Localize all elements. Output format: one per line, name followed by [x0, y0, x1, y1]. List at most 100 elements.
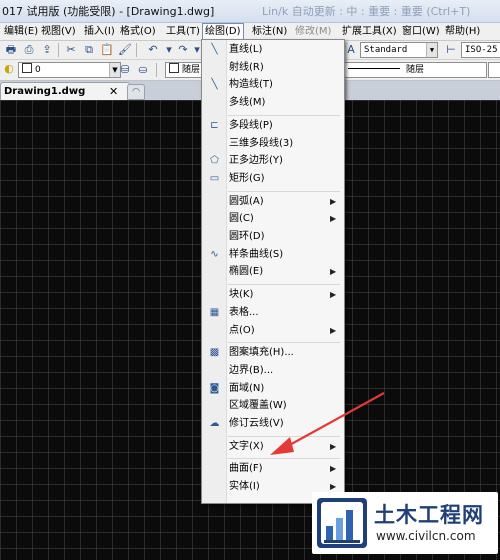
- submenu-arrow-icon: ▶: [330, 441, 337, 451]
- paste-icon[interactable]: 📋: [100, 43, 114, 57]
- draw-menu-item[interactable]: ▩ 图案填充(H)...: [202, 345, 344, 361]
- draw-menu-item[interactable]: 区域覆盖(W): [202, 398, 344, 414]
- draw-menu-item[interactable]: ∿ 样条曲线(S): [202, 247, 344, 263]
- draw-menu-item-label: 表格...: [229, 306, 259, 318]
- toolbar-separator: [58, 43, 59, 57]
- color-swatch: [169, 63, 179, 73]
- menu-separator: [228, 284, 340, 286]
- site-logo: [317, 498, 367, 548]
- draw-menu-item-label: 正多边形(Y): [229, 155, 283, 167]
- chevron-down-icon[interactable]: ▾: [162, 43, 176, 57]
- menu-item[interactable]: 修改(M): [293, 24, 333, 39]
- submenu-arrow-icon: ▶: [330, 290, 337, 300]
- draw-menu-item-label: 圆环(D): [229, 231, 265, 242]
- draw-menu-item[interactable]: 多线(M): [202, 95, 344, 111]
- menu-item[interactable]: 视图(V): [39, 24, 78, 39]
- undo-icon[interactable]: ↶: [146, 43, 160, 57]
- draw-menu-item-label: 多段线(P): [229, 119, 273, 131]
- draw-menu-item[interactable]: 边界(B)...: [202, 363, 344, 379]
- redo-icon[interactable]: ↷: [176, 43, 190, 57]
- print-icon[interactable]: 🖶: [4, 43, 18, 57]
- plus-icon: ◠: [132, 87, 140, 97]
- make-current-icon[interactable]: ⛀: [136, 63, 150, 77]
- text-style-value: Standard: [364, 45, 408, 55]
- watermark-title: 土木工程网: [374, 503, 484, 527]
- preview-icon[interactable]: ⎙: [22, 43, 36, 57]
- draw-menu-item[interactable]: ◙ 面域(N): [202, 381, 344, 397]
- close-icon[interactable]: ✕: [109, 83, 118, 100]
- draw-menu-item[interactable]: 文字(X) ▶: [202, 439, 344, 455]
- menu-item[interactable]: 窗口(W): [400, 24, 442, 39]
- draw-menu-item-label: 射线(R): [229, 61, 264, 73]
- menu-item[interactable]: 工具(T): [164, 24, 202, 39]
- menu-item[interactable]: 插入(I): [82, 24, 117, 39]
- draw-menu-item[interactable]: 圆(C) ▶: [202, 211, 344, 227]
- layer-previous-icon[interactable]: ⛁: [118, 63, 132, 77]
- draw-menu-item[interactable]: 曲面(F) ▶: [202, 461, 344, 477]
- draw-menu-item-label: 边界(B)...: [229, 364, 274, 376]
- draw-menu-item-label: 实体(I): [229, 481, 260, 493]
- dim-style-select[interactable]: ISO-25: [461, 42, 500, 58]
- menu-item[interactable]: 标注(N): [250, 24, 289, 39]
- draw-menu-item[interactable]: ▦ 表格...: [202, 305, 344, 321]
- cut-icon[interactable]: ✂: [64, 43, 78, 57]
- draw-menu-item[interactable]: 三维多段线(3): [202, 136, 344, 152]
- menu-separator: [228, 190, 340, 192]
- draw-menu-item[interactable]: ⬠ 正多边形(Y): [202, 153, 344, 169]
- menu-item[interactable]: 格式(O): [118, 24, 158, 39]
- draw-menu-item[interactable]: ☁ 修订云线(V): [202, 416, 344, 432]
- watermark: 土木工程网 www.civilcn.com: [312, 492, 498, 554]
- menu-separator: [228, 114, 340, 116]
- spline-icon: ∿: [210, 248, 219, 260]
- draw-menu-item-label: 构造线(T): [229, 79, 273, 91]
- copy-icon[interactable]: ⧉: [82, 43, 96, 57]
- menu-item[interactable]: 帮助(H): [443, 24, 482, 39]
- draw-menu-item[interactable]: 圆弧(A) ▶: [202, 194, 344, 210]
- menu-separator: [228, 435, 340, 437]
- region-icon: ◙: [209, 382, 220, 394]
- draw-menu-item[interactable]: 块(K) ▶: [202, 287, 344, 303]
- draw-menu-dropdown: ╲ 直线(L) 射线(R) ╲ 构造线(T) 多线(M) ⊏ 多段线(P) 三维多段线(3) ⬠ 正…: [201, 39, 345, 504]
- submenu-arrow-icon: ▶: [330, 214, 337, 224]
- layer-state-icon[interactable]: ◐: [2, 62, 16, 76]
- menu-item[interactable]: 编辑(E): [2, 24, 40, 39]
- text-style-icon: A: [347, 43, 355, 56]
- watermark-url: www.civilcn.com: [376, 529, 476, 543]
- submenu-arrow-icon: ▶: [330, 267, 337, 277]
- draw-menu-item[interactable]: ╲ 直线(L): [202, 42, 344, 58]
- lineweight-select[interactable]: [488, 62, 500, 78]
- match-properties-icon[interactable]: 🖌: [118, 43, 132, 57]
- submenu-arrow-icon: ▶: [330, 325, 337, 335]
- tab-label: Drawing1.dwg: [4, 86, 86, 97]
- draw-menu-item[interactable]: ⊏ 多段线(P): [202, 118, 344, 134]
- publish-icon[interactable]: ⇪: [40, 43, 54, 57]
- menu-item[interactable]: 扩展工具(X): [340, 24, 399, 39]
- draw-menu-item-label: 圆弧(A): [229, 195, 264, 207]
- draw-menu-item-label: 椭圆(E): [229, 266, 264, 278]
- draw-menu-item-label: 块(K): [229, 289, 254, 301]
- draw-menu-item[interactable]: ╲ 构造线(T): [202, 77, 344, 93]
- new-tab-button[interactable]: ◠: [127, 84, 145, 100]
- draw-menu-item[interactable]: 点(O) ▶: [202, 323, 344, 339]
- submenu-arrow-icon: ▶: [330, 464, 337, 474]
- rectangle-icon: ▭: [209, 172, 220, 184]
- draw-menu-item-label: 修订云线(V): [229, 418, 284, 429]
- layer-select[interactable]: 0 ▼: [18, 62, 121, 78]
- dim-style-icon: ⊢: [446, 43, 456, 56]
- text-style-select[interactable]: Standard ▼: [360, 42, 438, 58]
- draw-menu-item-label: 矩形(G): [229, 172, 265, 184]
- draw-menu-item[interactable]: 射线(R): [202, 60, 344, 76]
- draw-menu-item-label: 多线(M): [229, 97, 266, 109]
- chevron-down-icon: ▼: [426, 43, 437, 57]
- draw-menu-item[interactable]: 椭圆(E) ▶: [202, 264, 344, 280]
- tab-drawing1[interactable]: Drawing1.dwg ✕: [0, 82, 130, 101]
- draw-menu-item-label: 图案填充(H)...: [229, 347, 294, 359]
- draw-menu-item[interactable]: 圆环(D): [202, 229, 344, 245]
- linetype-preview: [348, 68, 400, 69]
- toolbar-separator: [156, 63, 157, 77]
- submenu-arrow-icon: ▶: [330, 196, 337, 206]
- draw-menu-item[interactable]: ▭ 矩形(G): [202, 171, 344, 187]
- polygon-icon: ⬠: [210, 155, 219, 167]
- linetype-select[interactable]: 随层: [344, 62, 487, 78]
- draw-menu-item-label: 三维多段线(3): [229, 137, 294, 149]
